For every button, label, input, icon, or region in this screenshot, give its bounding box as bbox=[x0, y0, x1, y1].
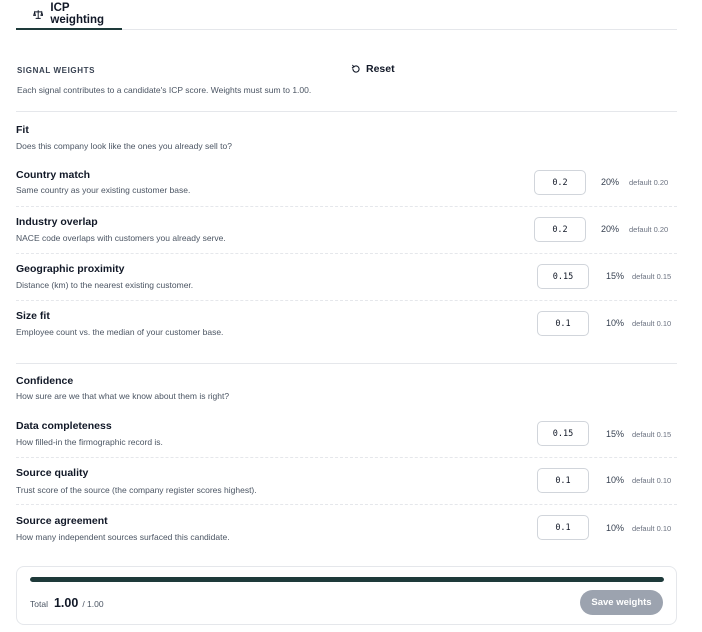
weight-percent: 20% bbox=[601, 224, 620, 234]
weight-input-country-match[interactable] bbox=[534, 170, 586, 195]
section-description: Each signal contributes to a candidate's… bbox=[17, 85, 312, 95]
group-title-fit: Fit bbox=[16, 124, 29, 136]
weight-input-source-quality[interactable] bbox=[537, 468, 589, 493]
total-progress-fill bbox=[30, 577, 664, 582]
group-description-fit: Does this company look like the ones you… bbox=[16, 141, 232, 151]
weight-percent: 10% bbox=[606, 475, 625, 485]
section-title: SIGNAL WEIGHTS bbox=[17, 66, 96, 75]
refresh-icon bbox=[351, 64, 360, 73]
total-value: 1.00 bbox=[53, 596, 79, 610]
signal-title: Country match bbox=[16, 169, 91, 181]
signal-description: How filled-in the firmographic record is… bbox=[16, 437, 163, 447]
total-target: / 1.00 bbox=[82, 599, 104, 609]
weight-input-source-agreement[interactable] bbox=[537, 515, 589, 540]
weight-default: default 0.10 bbox=[632, 524, 672, 533]
weight-default: default 0.10 bbox=[632, 476, 672, 485]
signal-row-geographic-proximity: Geographic proximity Distance (km) to th… bbox=[16, 254, 677, 301]
tab-bar: ICP weighting bbox=[16, 0, 677, 30]
weight-default: default 0.20 bbox=[629, 225, 669, 234]
weight-input-industry-overlap[interactable] bbox=[534, 217, 586, 242]
signal-description: Trust score of the source (the company r… bbox=[16, 485, 257, 495]
group-title-confidence: Confidence bbox=[16, 375, 74, 387]
weight-percent: 10% bbox=[606, 318, 625, 328]
signal-title: Geographic proximity bbox=[16, 263, 125, 275]
balance-scale-icon bbox=[33, 9, 44, 19]
tab-icp-weighting[interactable]: ICP weighting bbox=[16, 0, 122, 30]
save-weights-button[interactable]: Save weights bbox=[580, 590, 663, 615]
weight-percent: 20% bbox=[601, 177, 620, 187]
total-progress-bar bbox=[30, 577, 664, 582]
weight-percent: 10% bbox=[606, 523, 625, 533]
weight-input-size-fit[interactable] bbox=[537, 311, 589, 336]
group-description-confidence: How sure are we that what we know about … bbox=[16, 391, 230, 401]
weight-percent: 15% bbox=[606, 271, 625, 281]
signal-row-data-completeness: Data completeness How filled-in the firm… bbox=[16, 411, 677, 458]
signal-title: Data completeness bbox=[16, 420, 112, 432]
reset-button[interactable]: Reset bbox=[351, 63, 395, 75]
tab-label: ICP weighting bbox=[50, 2, 105, 26]
signal-title: Source agreement bbox=[16, 515, 108, 527]
divider bbox=[16, 111, 677, 112]
signal-description: Distance (km) to the nearest existing cu… bbox=[16, 280, 194, 290]
weight-input-geographic-proximity[interactable] bbox=[537, 264, 589, 289]
weight-default: default 0.10 bbox=[632, 319, 672, 328]
signal-row-country-match: Country match Same country as your exist… bbox=[16, 160, 677, 207]
signal-row-source-agreement: Source agreement How many independent so… bbox=[16, 506, 677, 553]
signal-row-size-fit: Size fit Employee count vs. the median o… bbox=[16, 301, 677, 348]
signal-title: Industry overlap bbox=[16, 216, 98, 228]
weights-footer: Total 1.00 / 1.00 Save weights bbox=[16, 566, 677, 625]
section-header: SIGNAL WEIGHTS Each signal contributes t… bbox=[17, 66, 397, 95]
signal-description: How many independent sources surfaced th… bbox=[16, 532, 230, 542]
signal-row-industry-overlap: Industry overlap NACE code overlaps with… bbox=[16, 207, 677, 254]
total-label: Total bbox=[30, 599, 48, 609]
signal-row-source-quality: Source quality Trust score of the source… bbox=[16, 458, 677, 505]
reset-label: Reset bbox=[366, 63, 395, 75]
total-summary: Total 1.00 / 1.00 bbox=[30, 596, 104, 610]
weight-input-data-completeness[interactable] bbox=[537, 421, 589, 446]
signal-description: Employee count vs. the median of your cu… bbox=[16, 327, 224, 337]
signal-description: Same country as your existing customer b… bbox=[16, 185, 191, 195]
weight-percent: 15% bbox=[606, 429, 625, 439]
divider bbox=[16, 363, 677, 364]
weight-default: default 0.15 bbox=[632, 272, 672, 281]
weight-default: default 0.15 bbox=[632, 430, 672, 439]
weight-default: default 0.20 bbox=[629, 178, 669, 187]
signal-description: NACE code overlaps with customers you al… bbox=[16, 233, 226, 243]
signal-title: Source quality bbox=[16, 467, 89, 479]
signal-title: Size fit bbox=[16, 310, 50, 322]
